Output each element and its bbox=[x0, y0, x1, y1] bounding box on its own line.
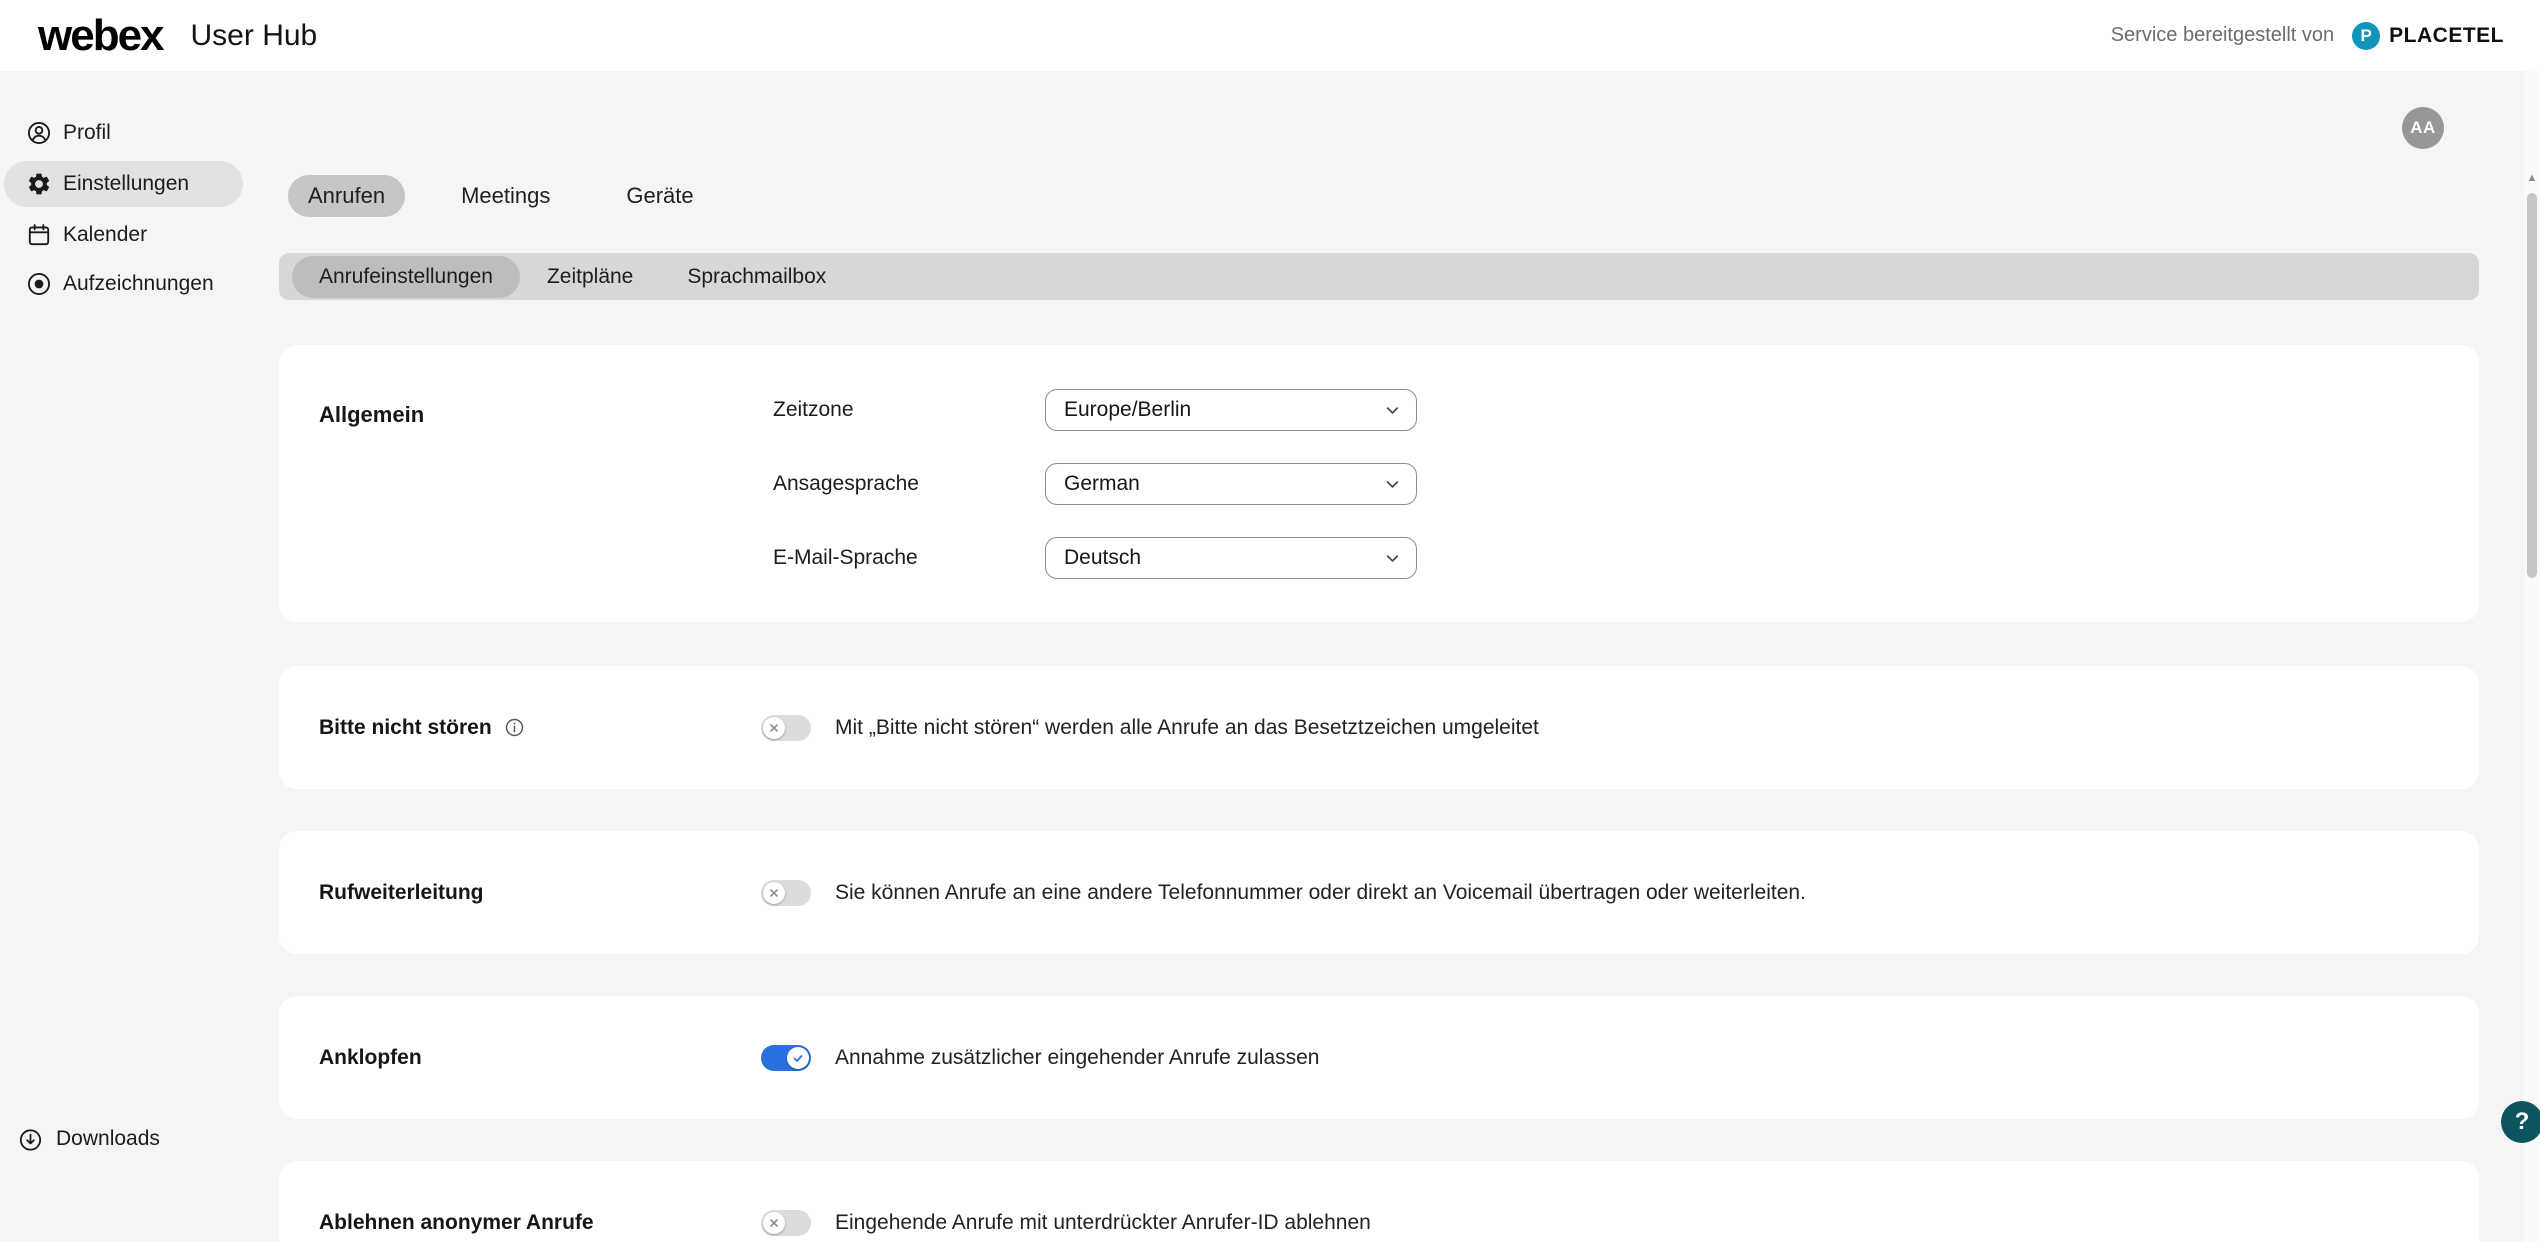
sub-tabs: Anrufeinstellungen Zeitpläne Sprachmailb… bbox=[279, 253, 2479, 300]
setting-title-text: Bitte nicht stören bbox=[319, 716, 492, 740]
subtab-zeitplaene[interactable]: Zeitpläne bbox=[520, 256, 660, 298]
gear-icon bbox=[26, 171, 52, 197]
form-row-ansagesprache: Ansagesprache German bbox=[773, 463, 1417, 505]
sidebar-item-kalender[interactable]: Kalender bbox=[4, 212, 243, 258]
scrollbar-track[interactable]: ▲ bbox=[2524, 71, 2540, 1242]
page-title: User Hub bbox=[191, 19, 318, 53]
subtab-sprachmailbox[interactable]: Sprachmailbox bbox=[660, 256, 853, 298]
card-allgemein: Allgemein Zeitzone Europe/Berlin Ansages… bbox=[279, 345, 2479, 622]
downloads-label: Downloads bbox=[56, 1127, 160, 1151]
field-label: Zeitzone bbox=[773, 398, 1045, 422]
info-icon[interactable] bbox=[504, 717, 525, 738]
ansagesprache-select[interactable]: German bbox=[1045, 463, 1417, 505]
subtab-anrufeinstellungen[interactable]: Anrufeinstellungen bbox=[292, 256, 520, 298]
sidebar-item-label: Einstellungen bbox=[63, 172, 189, 196]
email-sprache-select[interactable]: Deutsch bbox=[1045, 537, 1417, 579]
setting-title-text: Anklopfen bbox=[319, 1046, 422, 1070]
record-icon bbox=[26, 271, 52, 297]
toggle-knob bbox=[763, 882, 785, 904]
field-label: Ansagesprache bbox=[773, 472, 1045, 496]
placetel-name: PLACETEL bbox=[2389, 24, 2504, 48]
field-label: E-Mail-Sprache bbox=[773, 546, 1045, 570]
setting-title-text: Ablehnen anonymer Anrufe bbox=[319, 1211, 594, 1235]
setting-title: Ablehnen anonymer Anrufe bbox=[319, 1211, 761, 1235]
placetel-icon: P bbox=[2352, 22, 2380, 50]
sidebar-item-label: Kalender bbox=[63, 223, 147, 247]
select-value: Deutsch bbox=[1064, 546, 1141, 570]
general-form: Zeitzone Europe/Berlin Ansagesprache Ger… bbox=[773, 389, 1417, 611]
dnd-toggle[interactable] bbox=[761, 715, 811, 741]
form-row-email-sprache: E-Mail-Sprache Deutsch bbox=[773, 537, 1417, 579]
sidebar-item-profil[interactable]: Profil bbox=[4, 110, 243, 156]
tab-anrufen[interactable]: Anrufen bbox=[288, 175, 405, 217]
select-value: German bbox=[1064, 472, 1140, 496]
tab-meetings[interactable]: Meetings bbox=[441, 175, 570, 217]
webex-user-hub-screen: webex User Hub Service bereitgestellt vo… bbox=[0, 0, 2540, 1242]
select-value: Europe/Berlin bbox=[1064, 398, 1191, 422]
card-rufweiterleitung: Rufweiterleitung Sie können Anrufe an ei… bbox=[279, 831, 2479, 954]
help-button[interactable]: ? bbox=[2501, 1101, 2540, 1143]
service-text: Service bereitgestellt von bbox=[2111, 24, 2334, 47]
card-ablehnen-anonymer-anrufe: Ablehnen anonymer Anrufe Eingehende Anru… bbox=[279, 1161, 2479, 1242]
toggle-knob bbox=[763, 717, 785, 739]
form-row-zeitzone: Zeitzone Europe/Berlin bbox=[773, 389, 1417, 431]
webex-logo: webex bbox=[38, 11, 163, 61]
scrollbar-up-arrow[interactable]: ▲ bbox=[2524, 171, 2540, 185]
sidebar-item-label: Aufzeichnungen bbox=[63, 272, 214, 296]
setting-title-text: Rufweiterleitung bbox=[319, 881, 484, 905]
tab-geraete[interactable]: Geräte bbox=[606, 175, 713, 217]
avatar[interactable]: AA bbox=[2402, 107, 2444, 149]
call-waiting-toggle[interactable] bbox=[761, 1045, 811, 1071]
setting-description: Sie können Anrufe an eine andere Telefon… bbox=[835, 881, 1806, 905]
chevron-down-icon bbox=[1384, 550, 1401, 567]
sidebar-item-label: Profil bbox=[63, 121, 111, 145]
scrollbar-thumb[interactable] bbox=[2527, 193, 2537, 578]
toggle-knob bbox=[787, 1047, 809, 1069]
setting-description: Mit „Bitte nicht stören“ werden alle Anr… bbox=[835, 716, 1539, 740]
zeitzone-select[interactable]: Europe/Berlin bbox=[1045, 389, 1417, 431]
toggle-knob bbox=[763, 1212, 785, 1234]
profile-icon bbox=[26, 120, 52, 146]
sidebar-item-einstellungen[interactable]: Einstellungen bbox=[4, 161, 243, 207]
setting-description: Eingehende Anrufe mit unterdrückter Anru… bbox=[835, 1211, 1371, 1235]
calendar-icon bbox=[26, 222, 52, 248]
call-forwarding-toggle[interactable] bbox=[761, 880, 811, 906]
sidebar-item-aufzeichnungen[interactable]: Aufzeichnungen bbox=[4, 261, 243, 307]
sidebar-item-downloads[interactable]: Downloads bbox=[18, 1117, 160, 1161]
anonymous-call-rejection-toggle[interactable] bbox=[761, 1210, 811, 1236]
setting-title: Bitte nicht stören bbox=[319, 716, 761, 740]
top-header: webex User Hub Service bereitgestellt vo… bbox=[0, 0, 2540, 71]
setting-title: Rufweiterleitung bbox=[319, 881, 761, 905]
chevron-down-icon bbox=[1384, 476, 1401, 493]
setting-title: Anklopfen bbox=[319, 1046, 761, 1070]
placetel-logo: P PLACETEL bbox=[2352, 22, 2504, 50]
chevron-down-icon bbox=[1384, 402, 1401, 419]
card-anklopfen: Anklopfen Annahme zusätzlicher eingehend… bbox=[279, 996, 2479, 1119]
section-title: Allgemein bbox=[319, 402, 424, 428]
download-icon bbox=[18, 1127, 43, 1152]
card-bitte-nicht-stoeren: Bitte nicht stören Mit „Bitte nicht stör… bbox=[279, 666, 2479, 789]
main-tabs: Anrufen Meetings Geräte bbox=[288, 175, 714, 217]
service-attribution: Service bereitgestellt von P PLACETEL bbox=[2111, 22, 2504, 50]
setting-description: Annahme zusätzlicher eingehender Anrufe … bbox=[835, 1046, 1319, 1070]
